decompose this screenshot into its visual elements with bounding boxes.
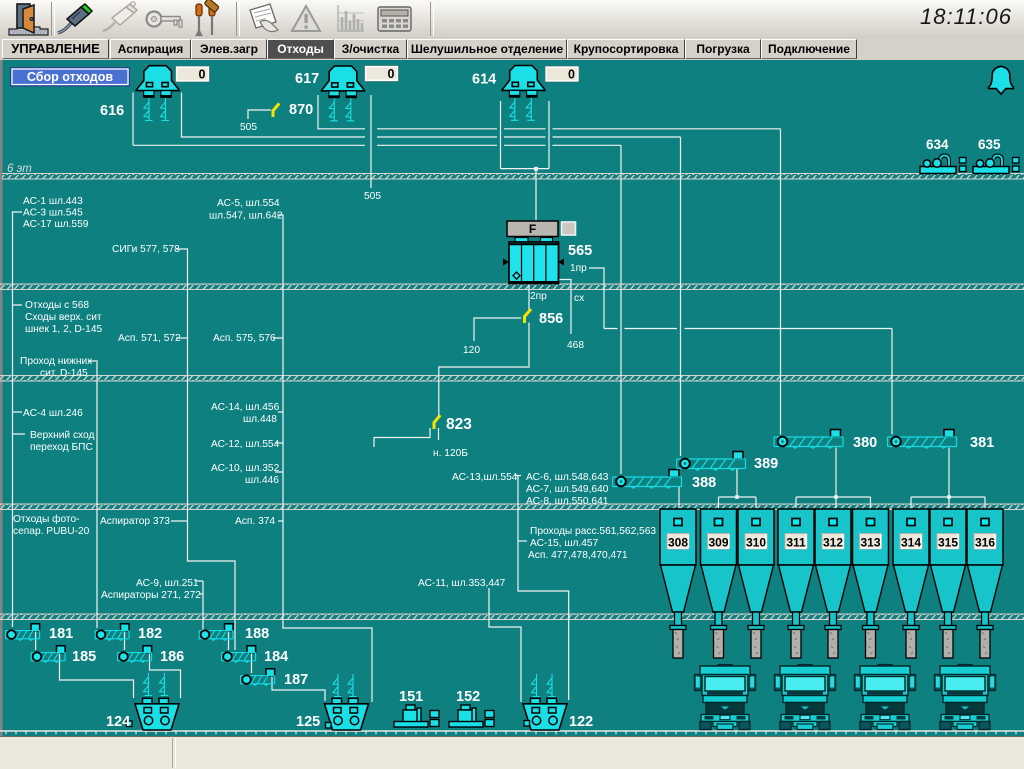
svg-text:АС-3 шл.545: АС-3 шл.545 — [23, 208, 83, 219]
svg-text:Сходы верх. сит: Сходы верх. сит — [25, 312, 102, 323]
svg-text:0: 0 — [199, 68, 206, 82]
svg-text:312: 312 — [823, 536, 843, 550]
svg-text:Сбор отходов: Сбор отходов — [27, 70, 113, 84]
svg-text:шл.448: шл.448 — [243, 414, 277, 425]
svg-text:сх: сх — [574, 293, 584, 304]
svg-text:АС-10, шл.352: АС-10, шл.352 — [211, 463, 280, 474]
svg-text:АС-17 шл.559: АС-17 шл.559 — [23, 219, 89, 230]
svg-text:182: 182 — [138, 626, 162, 642]
svg-text:309: 309 — [708, 536, 728, 550]
svg-text:0: 0 — [388, 67, 395, 81]
svg-text:Асп. 477,478,470,471: Асп. 477,478,470,471 — [528, 550, 628, 561]
svg-text:634: 634 — [926, 137, 949, 152]
svg-text:614: 614 — [472, 72, 496, 88]
svg-text:АС-13,шл.554: АС-13,шл.554 — [452, 472, 518, 483]
svg-text:823: 823 — [446, 416, 472, 433]
svg-text:151: 151 — [399, 689, 423, 705]
svg-text:314: 314 — [901, 536, 921, 550]
svg-text:181: 181 — [49, 626, 73, 642]
svg-text:Отходы фото-: Отходы фото- — [13, 513, 80, 525]
svg-text:315: 315 — [938, 536, 958, 550]
svg-text:Проходы расс.561,562,563: Проходы расс.561,562,563 — [530, 526, 656, 537]
svg-text:Асп. 575, 576: Асп. 575, 576 — [213, 333, 276, 344]
svg-text:186: 186 — [160, 649, 184, 665]
svg-text:185: 185 — [72, 649, 96, 665]
svg-text:шнек 1, 2, D-145: шнек 1, 2, D-145 — [25, 324, 102, 335]
svg-text:308: 308 — [668, 536, 688, 550]
svg-text:6 эт: 6 эт — [7, 163, 32, 175]
svg-text:617: 617 — [295, 71, 319, 87]
svg-text:124: 124 — [106, 714, 130, 730]
svg-text:187: 187 — [284, 672, 308, 688]
svg-text:н. 120Б: н. 120Б — [433, 448, 468, 459]
svg-text:АС-7, шл.549,640: АС-7, шл.549,640 — [526, 484, 609, 495]
svg-text:870: 870 — [289, 102, 313, 118]
svg-text:АС-15, шл.457: АС-15, шл.457 — [530, 538, 599, 549]
svg-text:381: 381 — [970, 435, 994, 451]
svg-text:переход БПС: переход БПС — [30, 442, 93, 453]
svg-text:313: 313 — [860, 536, 880, 550]
svg-text:шл.547, шл.642: шл.547, шл.642 — [209, 211, 283, 222]
svg-text:СИГи 577, 578: СИГи 577, 578 — [112, 244, 180, 255]
svg-text:152: 152 — [456, 689, 480, 705]
svg-text:635: 635 — [978, 137, 1001, 152]
svg-text:Асп. 571, 572: Асп. 571, 572 — [118, 333, 181, 344]
svg-text:856: 856 — [539, 311, 563, 327]
svg-text:Асп. 374: Асп. 374 — [235, 516, 275, 527]
svg-text:АС-11, шл.353,447: АС-11, шл.353,447 — [418, 578, 506, 589]
svg-text:316: 316 — [975, 536, 995, 550]
svg-text:505: 505 — [364, 191, 381, 202]
svg-text:311: 311 — [786, 536, 806, 550]
svg-text:2пр: 2пр — [530, 291, 547, 302]
svg-text:380: 380 — [853, 435, 877, 451]
svg-text:Аспираторы 271, 272: Аспираторы 271, 272 — [101, 590, 201, 601]
svg-text:АС-5, шл.554: АС-5, шл.554 — [217, 198, 280, 209]
svg-text:184: 184 — [264, 649, 288, 665]
svg-text:АС-4 шл.246: АС-4 шл.246 — [23, 408, 83, 419]
svg-text:шл.446: шл.446 — [245, 475, 279, 486]
svg-text:310: 310 — [746, 536, 766, 550]
svg-text:F: F — [529, 222, 536, 236]
svg-text:1пр: 1пр — [570, 263, 587, 274]
svg-text:389: 389 — [754, 456, 778, 472]
svg-text:188: 188 — [245, 626, 269, 642]
svg-text:АС-12, шл.554: АС-12, шл.554 — [211, 439, 280, 450]
svg-text:125: 125 — [296, 714, 320, 730]
svg-text:Отходы с 568: Отходы с 568 — [25, 300, 89, 311]
svg-text:АС-6, шл.548,643: АС-6, шл.548,643 — [526, 472, 609, 483]
svg-text:468: 468 — [567, 340, 584, 351]
svg-text:0: 0 — [568, 68, 575, 82]
svg-text:сит, D-145: сит, D-145 — [40, 368, 88, 379]
svg-text:Верхний сход: Верхний сход — [30, 430, 94, 441]
svg-text:АС-1 шл.443: АС-1 шл.443 — [23, 196, 83, 207]
svg-text:388: 388 — [692, 475, 716, 491]
svg-text:122: 122 — [569, 714, 593, 730]
svg-text:616: 616 — [100, 103, 124, 119]
svg-text:АС-14, шл.456: АС-14, шл.456 — [211, 402, 280, 413]
svg-text:Аспиратор 373: Аспиратор 373 — [100, 516, 170, 527]
svg-text:АС-9, шл.251: АС-9, шл.251 — [136, 578, 199, 589]
svg-text:120: 120 — [463, 345, 480, 356]
svg-text:565: 565 — [568, 243, 592, 259]
svg-text:АС-8, шл.550,641: АС-8, шл.550,641 — [526, 496, 609, 507]
svg-text:505: 505 — [240, 122, 257, 133]
svg-text:сепар. PUBU-20: сепар. PUBU-20 — [13, 526, 90, 537]
svg-text:Проход нижних: Проход нижних — [20, 356, 92, 367]
